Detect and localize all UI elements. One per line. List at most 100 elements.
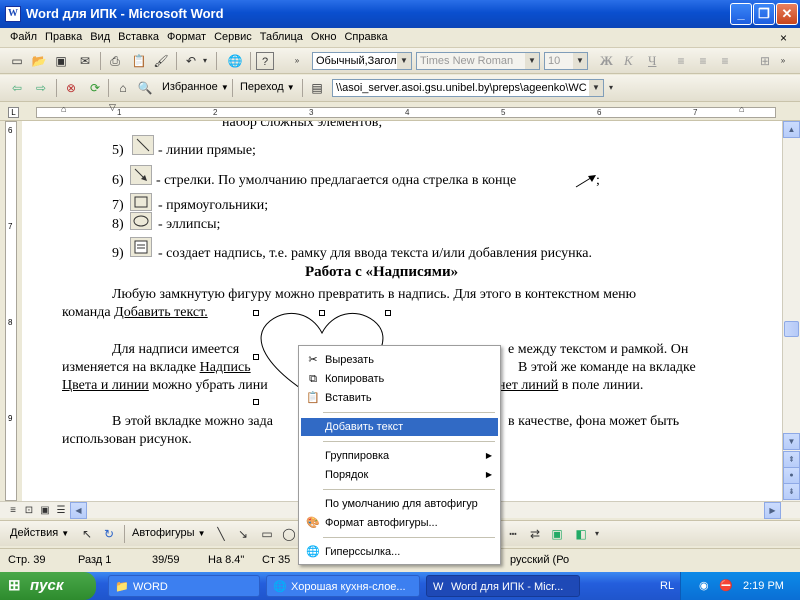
vertical-ruler-scale[interactable]: 6 7 8 9	[5, 121, 17, 501]
dash-style-icon[interactable]: ┅	[504, 525, 522, 543]
email-icon[interactable]: ✉	[76, 52, 94, 70]
menu-help[interactable]: Справка	[340, 28, 391, 43]
menu-item-copy[interactable]: ⧉ Копировать	[301, 370, 498, 388]
font-size-combo[interactable]: 10 ▼	[544, 52, 588, 70]
stop-icon[interactable]: ⊗	[62, 79, 80, 97]
right-indent-marker[interactable]: ⌂	[739, 104, 744, 114]
scroll-up-icon[interactable]: ▲	[783, 121, 800, 138]
home-icon[interactable]: ⌂	[114, 79, 132, 97]
toolbar-options-icon[interactable]: »	[778, 52, 788, 70]
first-line-indent-marker[interactable]: ▽	[109, 102, 116, 112]
rotate-icon[interactable]: ↻	[100, 525, 118, 543]
align-center-icon[interactable]: ≡	[694, 52, 712, 70]
goto-button[interactable]: Переход ▼	[240, 81, 295, 93]
security-icon[interactable]: ⛔	[719, 572, 733, 600]
new-document-icon[interactable]: ▭	[8, 52, 26, 70]
format-painter-icon[interactable]: 🖌	[152, 52, 170, 70]
menu-insert[interactable]: Вставка	[114, 28, 163, 43]
scroll-down-icon[interactable]: ▼	[783, 433, 800, 450]
underline-button[interactable]: Ч	[648, 53, 656, 69]
toolbar-options-icon[interactable]: »	[292, 52, 302, 70]
open-folder-icon[interactable]: 📂	[30, 52, 48, 70]
task-word-document[interactable]: W Word для ИПК - Micr...	[426, 575, 580, 597]
scroll-left-icon[interactable]: ◀	[70, 502, 87, 519]
start-button[interactable]: ⊞ пуск	[0, 572, 96, 600]
clock[interactable]: 2:19 PM	[743, 572, 784, 600]
close-document-button[interactable]: ×	[780, 31, 787, 45]
autoshapes-menu[interactable]: Автофигуры ▼	[132, 527, 206, 539]
actions-menu[interactable]: Действия ▼	[10, 527, 69, 539]
menu-item-order[interactable]: Порядок ▶	[301, 466, 498, 484]
resize-handle[interactable]	[253, 399, 259, 405]
resize-handle[interactable]	[253, 354, 259, 360]
select-pointer-icon[interactable]: ↖	[78, 525, 96, 543]
menu-item-grouping[interactable]: Группировка ▶	[301, 447, 498, 465]
browse-object-icon[interactable]: ●	[783, 467, 800, 484]
close-button[interactable]: ✕	[776, 3, 798, 25]
menu-item-paste[interactable]: 📋 Вставить	[301, 389, 498, 407]
resize-handle[interactable]	[253, 310, 259, 316]
vertical-scrollbar[interactable]: ▲ ▼ ⇞ ● ⇟	[782, 121, 800, 501]
left-indent-marker[interactable]: ⌂	[61, 104, 66, 114]
scroll-thumb[interactable]	[784, 321, 799, 337]
bold-button[interactable]: Ж	[600, 53, 613, 69]
outline-view-icon[interactable]: ☰	[52, 502, 70, 520]
network-icon[interactable]: ◉	[699, 572, 709, 600]
resize-handle[interactable]	[319, 310, 325, 316]
menu-item-set-default[interactable]: По умолчанию для автофигур	[301, 495, 498, 513]
address-field[interactable]: \\asoi_server.asoi.gsu.unibel.by\preps\a…	[332, 79, 604, 97]
scroll-right-icon[interactable]: ▶	[764, 502, 781, 519]
menu-edit[interactable]: Правка	[41, 28, 86, 43]
menu-item-add-text[interactable]: Добавить текст	[301, 418, 498, 436]
menu-window[interactable]: Окно	[307, 28, 341, 43]
task-browser[interactable]: 🌐 Хорошая кухня-слое...	[266, 575, 420, 597]
restore-button[interactable]: ❐	[753, 3, 775, 25]
minimize-button[interactable]: _	[730, 3, 752, 25]
menu-item-hyperlink[interactable]: 🌐 Гиперссылка...	[301, 543, 498, 561]
search-web-icon[interactable]: 🔍	[136, 79, 154, 97]
insert-hyperlink-icon[interactable]: 🌐	[226, 52, 244, 70]
toolbar-options-icon[interactable]: ▾	[606, 79, 616, 97]
status-language[interactable]: русский (Ро	[510, 554, 569, 566]
forward-arrow-icon[interactable]: ⇨	[32, 79, 50, 97]
undo-dropdown-icon[interactable]: ▾	[200, 52, 210, 70]
print-icon[interactable]: ⎙	[106, 52, 124, 70]
arrow-style-icon[interactable]: ⇄	[526, 525, 544, 543]
toolbar-options-icon[interactable]: ▾	[592, 525, 602, 543]
font-combo[interactable]: Times New Roman ▼	[416, 52, 540, 70]
back-arrow-icon[interactable]: ⇦	[8, 79, 26, 97]
menu-file[interactable]: Файл	[6, 28, 41, 43]
language-indicator[interactable]: RL	[660, 572, 674, 600]
favorites-button[interactable]: Избранное ▼	[162, 81, 229, 93]
refresh-icon[interactable]: ⟳	[86, 79, 104, 97]
ruler-scale[interactable]: 1 2 3 4 5 6 7 ⌂ ▽ ⌂	[36, 102, 776, 118]
arrow-icon[interactable]: ↘	[234, 525, 252, 543]
resize-handle[interactable]	[385, 310, 391, 316]
menu-format[interactable]: Формат	[163, 28, 210, 43]
oval-icon[interactable]: ◯	[280, 525, 298, 543]
3d-icon[interactable]: ◧	[572, 525, 590, 543]
shadow-icon[interactable]: ▣	[548, 525, 566, 543]
undo-icon[interactable]: ↶	[182, 52, 200, 70]
align-right-icon[interactable]: ≡	[716, 52, 734, 70]
menu-table[interactable]: Таблица	[256, 28, 307, 43]
line-icon[interactable]: ╲	[212, 525, 230, 543]
next-page-icon[interactable]: ⇟	[783, 483, 800, 500]
help-icon[interactable]: ?	[256, 52, 274, 70]
task-word-folder[interactable]: 📁 WORD	[108, 575, 260, 597]
menu-tools[interactable]: Сервис	[210, 28, 256, 43]
style-combo[interactable]: Обычный,Загол ▼	[312, 52, 412, 70]
previous-page-icon[interactable]: ⇞	[783, 451, 800, 468]
rectangle-icon[interactable]: ▭	[258, 525, 276, 543]
paste-icon[interactable]: 📋	[130, 52, 148, 70]
tab-selector-icon[interactable]: L	[8, 107, 19, 118]
word-app-icon[interactable]: W	[5, 6, 21, 22]
save-icon[interactable]: ▣	[52, 52, 70, 70]
menu-item-cut[interactable]: ✂ Вырезать	[301, 351, 498, 369]
menu-item-format-autoshape[interactable]: 🎨 Формат автофигуры...	[301, 514, 498, 532]
italic-button[interactable]: К	[624, 53, 633, 69]
menu-view[interactable]: Вид	[86, 28, 114, 43]
show-only-web-toolbar-icon[interactable]: ▤	[308, 79, 326, 97]
align-left-icon[interactable]: ≡	[672, 52, 690, 70]
borders-icon[interactable]: ⊞	[756, 52, 774, 70]
